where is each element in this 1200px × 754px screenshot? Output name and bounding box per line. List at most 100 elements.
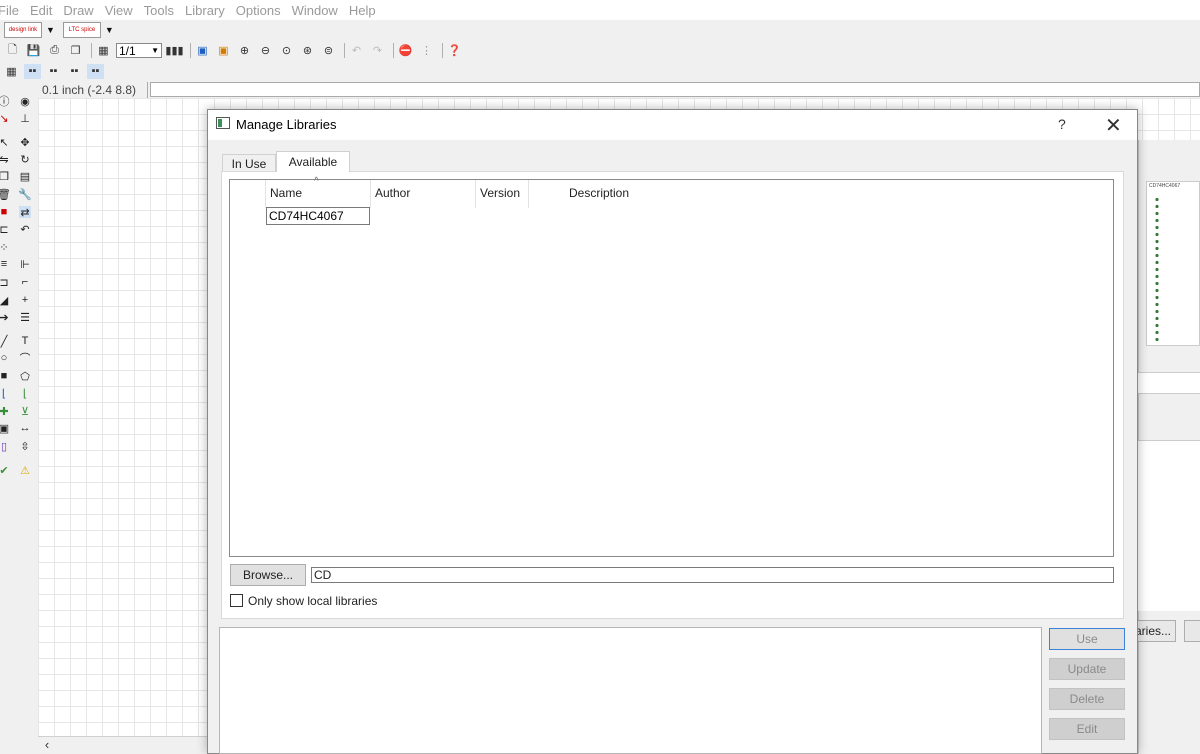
layout-3-icon[interactable]: ▪▪ <box>66 64 83 79</box>
net-label-icon[interactable]: ⊻ <box>19 405 31 418</box>
arc-icon[interactable]: ◢ <box>0 294 10 307</box>
filter-input[interactable] <box>311 567 1114 583</box>
column-header-name[interactable]: Name <box>270 186 302 200</box>
wire-icon[interactable]: ↘ <box>0 112 10 125</box>
image-icon[interactable]: ▣ <box>0 422 10 435</box>
help-button[interactable]: ? <box>1058 116 1066 132</box>
page-select[interactable]: 1/1 ▼ <box>116 43 162 58</box>
move-icon[interactable]: ✥ <box>19 136 31 149</box>
menu-view[interactable]: View <box>105 3 133 18</box>
delete-button[interactable]: Delete <box>1049 688 1125 710</box>
paste-icon[interactable]: ▤ <box>19 170 31 183</box>
bus-icon[interactable]: ▮▮▮ <box>165 43 183 58</box>
copy-icon[interactable]: ❐ <box>0 170 10 183</box>
zoom-area-icon[interactable]: ⊛ <box>299 43 316 58</box>
zoom-out-icon[interactable]: ⊖ <box>257 43 274 58</box>
mirror-icon[interactable]: ⇋ <box>0 153 10 166</box>
rectangle-icon[interactable]: ■ <box>0 370 10 382</box>
local-libraries-checkbox[interactable] <box>230 594 243 607</box>
menu-draw[interactable]: Draw <box>63 3 93 18</box>
dialog-titlebar[interactable] <box>208 110 1137 140</box>
browse-button[interactable]: Browse... <box>230 564 306 586</box>
info-icon[interactable]: ⓘ <box>0 95 10 108</box>
stop-icon[interactable]: ⛔ <box>397 43 414 58</box>
text-icon[interactable]: T <box>19 335 31 347</box>
component-icon[interactable]: ▣ <box>194 43 211 58</box>
rotate-icon[interactable]: ↻ <box>19 153 31 166</box>
close-button[interactable]: ✕ <box>1105 113 1122 138</box>
layout-2-icon[interactable]: ▪▪ <box>45 64 62 79</box>
check-icon[interactable]: ✔ <box>0 464 10 477</box>
curve-icon[interactable]: ⌒ <box>19 352 31 365</box>
undo-icon[interactable]: ↶ <box>348 43 365 58</box>
library-icon[interactable]: ▣ <box>215 43 232 58</box>
polygon-icon[interactable]: ⬠ <box>19 370 31 383</box>
circle-icon[interactable]: ○ <box>0 352 10 364</box>
text-align-icon[interactable]: ☰ <box>19 311 31 324</box>
menu-tools[interactable]: Tools <box>144 3 174 18</box>
print-icon[interactable]: ⎙ <box>46 43 63 58</box>
grid-icon[interactable]: ▦ <box>3 64 20 79</box>
line-icon[interactable]: ╱ <box>0 335 10 348</box>
menu-edit[interactable]: Edit <box>30 3 52 18</box>
tab-in-use[interactable]: In Use <box>222 154 276 172</box>
save-icon[interactable]: 💾 <box>25 43 42 58</box>
copy-icon[interactable]: ❐ <box>67 43 84 58</box>
align-icon[interactable]: ≡ <box>0 258 10 270</box>
part-icon[interactable]: ■ <box>0 206 10 218</box>
cross-icon[interactable]: + <box>19 294 31 306</box>
background-button[interactable] <box>1184 620 1200 642</box>
bus-entry-icon[interactable]: ⌊ <box>0 387 10 400</box>
update-button[interactable]: Update <box>1049 658 1125 680</box>
bend-icon[interactable]: ⌐ <box>19 276 31 288</box>
label-icon[interactable]: ⊩ <box>19 258 31 271</box>
warning-icon[interactable]: ⚠ <box>19 464 31 477</box>
ground-entry-icon[interactable]: ⌊ <box>19 387 31 400</box>
use-button[interactable]: Use <box>1049 628 1125 650</box>
menu-window[interactable]: Window <box>292 3 338 18</box>
junction-icon[interactable]: ✚ <box>0 405 10 418</box>
command-input[interactable] <box>150 82 1200 97</box>
table-row[interactable]: CD74HC4067 <box>266 207 370 225</box>
menu-help[interactable]: Help <box>349 3 376 18</box>
arrow-icon[interactable]: ➔ <box>0 311 10 324</box>
library-table[interactable] <box>229 179 1114 557</box>
help-icon[interactable]: ❓ <box>446 43 463 58</box>
scroll-left-icon[interactable]: ‹ <box>41 737 53 752</box>
delete-icon[interactable]: 🗑 <box>0 188 11 201</box>
menu-library[interactable]: Library <box>185 3 225 18</box>
layout-4-icon[interactable]: ▪▪ <box>87 63 104 79</box>
chevron-down-icon[interactable]: ▼ <box>105 25 114 35</box>
wrench-icon[interactable]: 🔧 <box>18 188 32 201</box>
eye-icon[interactable]: ◉ <box>19 95 31 108</box>
port-icon[interactable]: ▯ <box>0 440 10 453</box>
edit-button[interactable]: Edit <box>1049 718 1125 740</box>
zoom-fit-icon[interactable]: ⊙ <box>278 43 295 58</box>
chevron-down-icon[interactable]: ▼ <box>46 25 55 35</box>
menu-file[interactable]: File <box>0 3 19 18</box>
designlink-button[interactable]: design link <box>4 22 42 38</box>
grid-page-icon[interactable]: ▦ <box>95 43 112 58</box>
select-icon[interactable]: ↖ <box>0 136 10 149</box>
tab-available[interactable]: Available <box>276 151 350 172</box>
libraries-button[interactable]: aries... <box>1136 620 1176 642</box>
redo-icon[interactable]: ↷ <box>369 43 386 58</box>
group-icon[interactable]: ⇄ <box>19 206 31 219</box>
info-dot-icon[interactable]: ⋮ <box>418 43 435 58</box>
zoom-select-icon[interactable]: ⊜ <box>320 43 337 58</box>
block-icon[interactable]: ⇳ <box>19 440 31 453</box>
layout-1-icon[interactable]: ▪▪ <box>24 63 41 79</box>
undo-arrow-icon[interactable]: ↶ <box>19 223 31 236</box>
dimension-icon[interactable]: ↔ <box>19 422 31 434</box>
net-icon[interactable]: ⊐ <box>0 276 10 289</box>
zoom-in-icon[interactable]: ⊕ <box>236 43 253 58</box>
menu-options[interactable]: Options <box>236 3 281 18</box>
column-header-version[interactable]: Version <box>480 186 520 200</box>
connect-icon[interactable]: ⁘ <box>0 241 10 254</box>
split-icon[interactable]: ⊏ <box>0 223 10 236</box>
new-file-icon[interactable]: 🗋 <box>4 43 21 58</box>
pin-icon[interactable]: ⊥ <box>19 112 31 125</box>
column-header-author[interactable]: Author <box>375 186 410 200</box>
ltspice-button[interactable]: LTC spice <box>62 22 101 38</box>
column-header-description[interactable]: Description <box>569 186 629 200</box>
